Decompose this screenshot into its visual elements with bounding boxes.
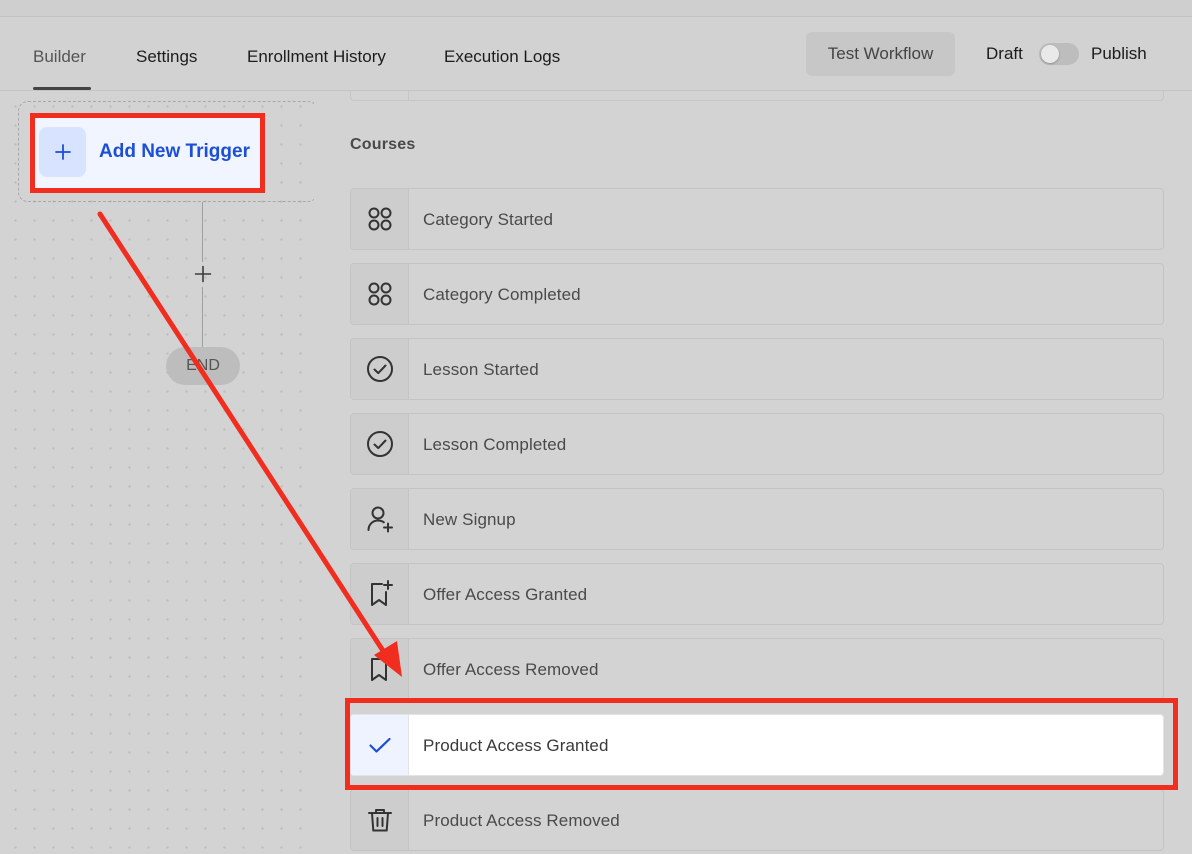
trigger-offer-access-removed[interactable]: Offer Access Removed xyxy=(350,638,1164,700)
check-circle-icon xyxy=(351,414,409,474)
list-item-label: Product Access Removed xyxy=(423,811,620,830)
list-item-label: Offer Access Granted xyxy=(423,585,588,604)
active-tab-indicator xyxy=(33,87,91,90)
list-item-label: Lesson Completed xyxy=(423,435,567,454)
trigger-lesson-started[interactable]: Lesson Started xyxy=(350,338,1164,400)
publish-label: Publish xyxy=(1091,44,1147,63)
trigger-product-access-removed[interactable]: Product Access Removed xyxy=(350,789,1164,851)
list-item-label: Category Started xyxy=(423,210,554,229)
tab-builder[interactable]: Builder xyxy=(33,47,86,67)
builder-canvas[interactable]: Add New Trigger END xyxy=(0,91,318,854)
top-strip xyxy=(0,0,1192,17)
trigger-new-signup[interactable]: New Signup xyxy=(350,488,1164,550)
trigger-lesson-completed[interactable]: Lesson Completed xyxy=(350,413,1164,475)
workflow-header: Builder Settings Enrollment History Exec… xyxy=(0,17,1192,91)
checkmark-icon xyxy=(351,715,409,775)
connector-line xyxy=(202,287,203,347)
grid-icon xyxy=(351,189,409,249)
end-node: END xyxy=(166,347,240,385)
bookmark-icon xyxy=(351,639,409,699)
toggle-knob xyxy=(1041,45,1059,63)
user-plus-icon xyxy=(351,489,409,549)
trigger-category-started[interactable]: Category Started xyxy=(350,188,1164,250)
draft-label: Draft xyxy=(986,44,1023,63)
connector-line xyxy=(202,202,203,262)
trigger-offer-access-granted[interactable]: Offer Access Granted xyxy=(350,563,1164,625)
add-new-trigger-button[interactable]: Add New Trigger xyxy=(32,115,262,192)
trigger-product-access-granted[interactable]: Product Access Granted xyxy=(350,714,1164,776)
bookmark-plus-icon xyxy=(351,564,409,624)
list-item-label: Lesson Started xyxy=(423,360,539,379)
add-step-button[interactable] xyxy=(192,263,214,285)
grid-icon xyxy=(351,264,409,324)
trash-icon xyxy=(351,790,409,850)
plus-icon xyxy=(194,265,212,283)
list-item-label: Category Completed xyxy=(423,285,581,304)
tab-settings[interactable]: Settings xyxy=(136,47,197,67)
tab-execution-logs[interactable]: Execution Logs xyxy=(444,47,560,67)
publish-toggle[interactable] xyxy=(1039,43,1079,65)
list-item-label: Offer Access Removed xyxy=(423,660,599,679)
list-item-label: New Signup xyxy=(423,510,516,529)
tab-enrollment-history[interactable]: Enrollment History xyxy=(247,47,386,67)
check-circle-icon xyxy=(351,339,409,399)
list-item-label: Product Access Granted xyxy=(423,736,609,755)
section-title: Courses xyxy=(350,136,416,153)
icon-strip xyxy=(351,91,409,101)
test-workflow-button[interactable]: Test Workflow xyxy=(806,32,955,76)
trigger-list-panel: Courses Category Started Category Comple… xyxy=(314,91,1192,854)
add-new-trigger-label: Add New Trigger xyxy=(99,141,250,162)
list-item-partial[interactable] xyxy=(350,91,1164,101)
plus-icon xyxy=(39,127,86,177)
trigger-category-completed[interactable]: Category Completed xyxy=(350,263,1164,325)
